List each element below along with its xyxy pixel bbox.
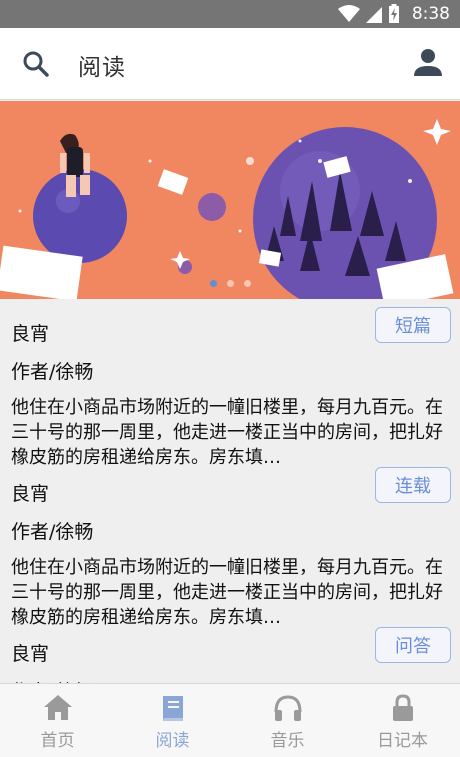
article-author: 作者/徐畅 bbox=[11, 361, 94, 383]
battery-charging-icon bbox=[388, 4, 399, 23]
home-icon bbox=[42, 692, 74, 724]
tab-book[interactable]: 阅读 bbox=[115, 684, 230, 757]
tab-label: 日记本 bbox=[377, 731, 428, 751]
bottom-tab-bar: 首页 阅读 音乐 日记本 bbox=[0, 683, 460, 757]
carousel-dot[interactable] bbox=[209, 280, 217, 287]
signal-icon bbox=[365, 7, 382, 23]
book-icon bbox=[157, 692, 189, 724]
tab-label: 首页 bbox=[40, 731, 75, 751]
article-title: 良宵 bbox=[11, 483, 50, 505]
article-author: 作者/徐畅 bbox=[11, 521, 94, 543]
article-card[interactable]: 良宵作者/徐畅他住在小商品市场附近的一幢旧楼里，每月九百元。在三十号的那一周里，… bbox=[0, 619, 460, 683]
status-time: 8:38 bbox=[411, 4, 450, 24]
banner-carousel[interactable] bbox=[0, 101, 460, 299]
carousel-dot[interactable] bbox=[243, 280, 251, 287]
article-category-tag[interactable]: 短篇 bbox=[375, 307, 451, 343]
status-icons: 8:38 bbox=[337, 0, 460, 28]
carousel-indicator bbox=[0, 280, 460, 287]
article-title: 良宵 bbox=[11, 323, 50, 345]
search-icon[interactable] bbox=[22, 50, 50, 78]
article-card[interactable]: 良宵作者/徐畅他住在小商品市场附近的一幢旧楼里，每月九百元。在三十号的那一周里，… bbox=[0, 459, 460, 628]
carousel-dot[interactable] bbox=[226, 280, 234, 287]
article-category-tag[interactable]: 连载 bbox=[375, 467, 451, 503]
status-bar: 8:38 bbox=[0, 0, 460, 28]
banner-illustration bbox=[0, 101, 460, 299]
article-list: 良宵 作者/徐畅 他住在小商品市场附近的一幢旧楼里，每月九百元。在三十号的那一周里，… bbox=[0, 299, 460, 683]
tab-label: 音乐 bbox=[270, 731, 305, 751]
wifi-icon bbox=[337, 5, 360, 22]
tab-home[interactable]: 首页 bbox=[0, 684, 115, 757]
tab-lock[interactable]: 日记本 bbox=[345, 684, 460, 757]
lock-icon bbox=[387, 692, 419, 724]
tab-headphones[interactable]: 音乐 bbox=[230, 684, 345, 757]
headphones-icon bbox=[272, 692, 304, 724]
article-category-tag[interactable]: 问答 bbox=[375, 627, 451, 663]
app-bar: 阅读 bbox=[0, 28, 460, 100]
article-card[interactable]: 良宵作者/徐畅他住在小商品市场附近的一幢旧楼里，每月九百元。在三十号的那一周里，… bbox=[0, 299, 460, 468]
page-title: 阅读 bbox=[78, 55, 126, 81]
person-icon[interactable] bbox=[414, 48, 442, 78]
tab-label: 阅读 bbox=[155, 731, 190, 751]
article-title: 良宵 bbox=[11, 643, 50, 665]
